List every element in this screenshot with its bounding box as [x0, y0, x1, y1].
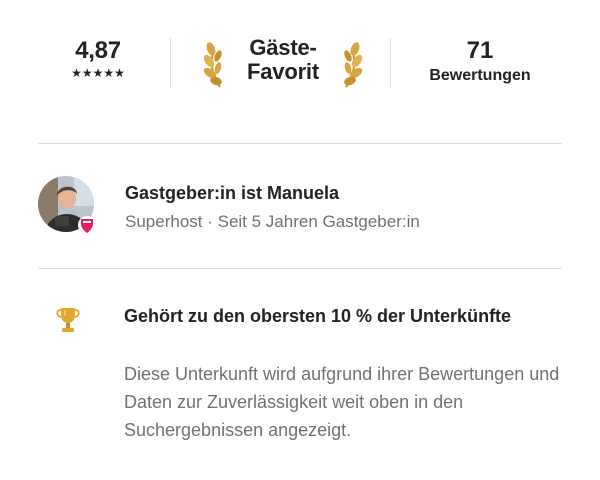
host-title: Gastgeber:in ist Manuela [125, 183, 340, 203]
superhost-badge-icon [78, 216, 96, 234]
trophy-icon [56, 308, 80, 332]
host-row[interactable]: Gastgeber:in ist Manuela Superhost · Sei… [38, 175, 562, 241]
highlight-description: Diese Unterkunft wird aufgrund ihrer Bew… [124, 364, 560, 440]
section-divider [38, 143, 562, 144]
stats-row: 4,87 ★★★★★ Gäste- Favorit 71 Bewertungen [38, 30, 562, 96]
laurel-right-icon [344, 42, 363, 88]
star-rating-icon: ★★★★★ [71, 66, 125, 80]
highlight-title: Gehört zu den obersten 10 % der Unterkün… [124, 306, 512, 326]
badge-line-2: Favorit [247, 59, 319, 84]
host-subtitle: Superhost · Seit 5 Jahren Gastgeber:in [125, 212, 420, 231]
rating-block[interactable]: 4,87 ★★★★★ [58, 36, 138, 80]
highlight-top-10: Gehört zu den obersten 10 % der Unterkün… [38, 298, 562, 468]
listing-summary: 4,87 ★★★★★ Gäste- Favorit 71 Bewertungen… [0, 0, 600, 480]
reviews-count: 71 [466, 37, 494, 64]
vertical-divider [390, 38, 391, 88]
section-divider [38, 268, 562, 269]
reviews-label: Bewertungen [429, 67, 531, 84]
host-avatar[interactable] [38, 176, 98, 236]
vertical-divider [170, 38, 171, 88]
reviews-block[interactable]: 71 Bewertungen [412, 36, 548, 86]
rating-value: 4,87 [75, 37, 121, 64]
guest-favorite-label: Gäste- Favorit [228, 36, 338, 84]
laurel-left-icon [203, 42, 222, 88]
guest-favorite-badge: Gäste- Favorit [198, 34, 368, 90]
badge-line-1: Gäste- [249, 35, 317, 60]
